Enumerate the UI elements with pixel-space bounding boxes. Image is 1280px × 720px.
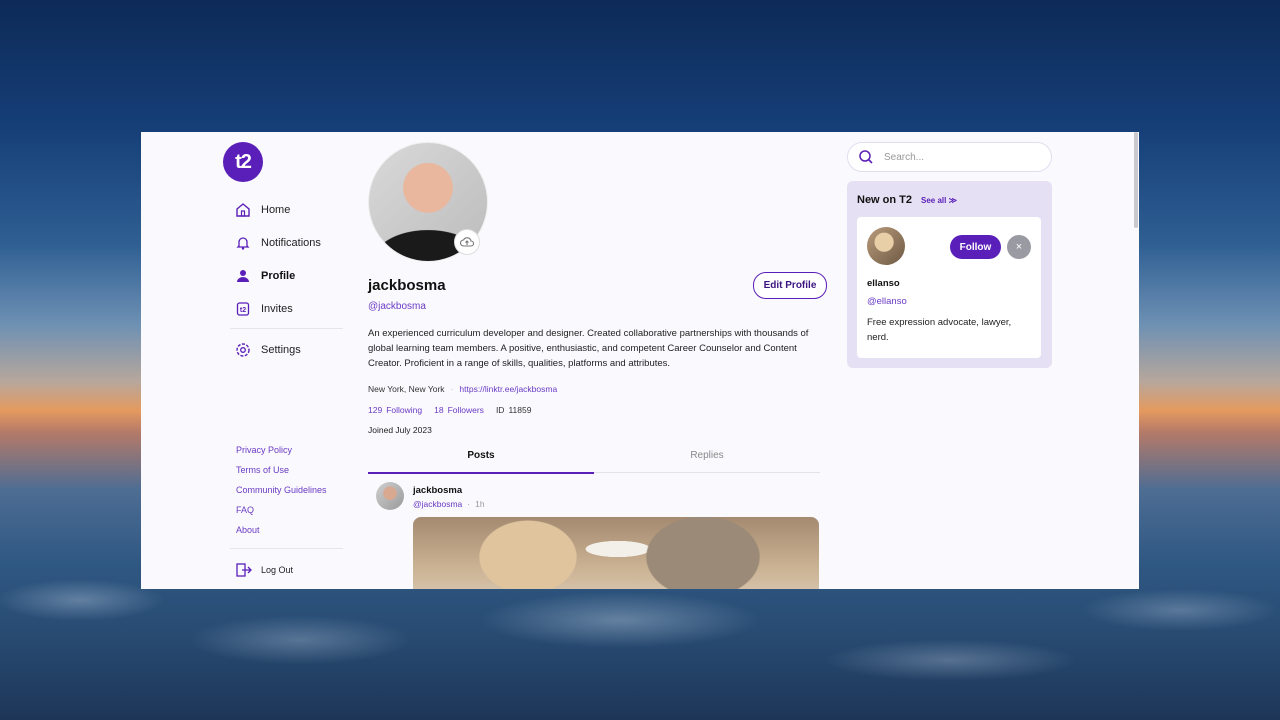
- id-label: ID: [495, 405, 505, 415]
- post-author-handle[interactable]: @jackbosma: [413, 499, 462, 509]
- meta-separator: ·: [450, 384, 454, 394]
- followers-label[interactable]: Followers: [448, 405, 484, 415]
- nav-settings[interactable]: Settings: [235, 342, 301, 358]
- suggested-user-bio: Free expression advocate, lawyer, nerd.: [867, 317, 1012, 343]
- post-subline: @jackbosma · 1h: [413, 499, 485, 509]
- tab-replies[interactable]: Replies: [594, 450, 820, 473]
- bell-icon: [235, 235, 251, 251]
- profile-link[interactable]: https://linktr.ee/jackbosma: [459, 384, 557, 394]
- profile-location: New York, New York: [368, 384, 445, 394]
- search-bar: [847, 142, 1052, 172]
- home-icon: [235, 202, 251, 218]
- terms-of-use-link[interactable]: Terms of Use: [236, 465, 289, 475]
- about-link[interactable]: About: [236, 525, 260, 535]
- nav-invites-label: Invites: [261, 303, 293, 315]
- suggested-user-avatar[interactable]: [867, 227, 905, 265]
- dismiss-button[interactable]: ×: [1007, 235, 1031, 259]
- follow-button[interactable]: Follow: [950, 235, 1001, 259]
- search-icon: [858, 149, 874, 165]
- nav-settings-label: Settings: [261, 344, 301, 356]
- new-on-t2-title: New on T2: [857, 194, 913, 206]
- post-separator: ·: [467, 499, 471, 509]
- post-author-avatar[interactable]: [376, 482, 404, 510]
- profile-meta: New York, New York · https://linktr.ee/j…: [368, 384, 557, 394]
- nav-home-label: Home: [261, 204, 291, 216]
- tab-posts[interactable]: Posts: [368, 450, 594, 474]
- id-value: 11859: [508, 405, 532, 415]
- post-image[interactable]: [413, 517, 819, 589]
- faq-link[interactable]: FAQ: [236, 505, 254, 515]
- profile-display-name: jackbosma: [368, 277, 446, 294]
- profile-handle: @jackbosma: [368, 301, 426, 312]
- post-author-name[interactable]: jackbosma: [413, 485, 462, 496]
- logout-label: Log Out: [261, 565, 294, 575]
- community-guidelines-link[interactable]: Community Guidelines: [236, 485, 327, 495]
- nav-profile[interactable]: Profile: [235, 268, 295, 284]
- suggested-user-name[interactable]: ellanso: [867, 278, 900, 289]
- suggested-user-handle[interactable]: @ellanso: [867, 296, 907, 307]
- nav-profile-label: Profile: [261, 270, 296, 282]
- privacy-policy-link[interactable]: Privacy Policy: [236, 445, 292, 455]
- profile-stats: 129 Following 18 Followers ID 11859: [368, 405, 531, 415]
- joined-date: Joined July 2023: [368, 425, 432, 435]
- gear-icon: [235, 342, 251, 358]
- cloud-upload-icon: [460, 236, 474, 248]
- scrollbar-thumb[interactable]: [1134, 132, 1138, 228]
- close-icon: ×: [1015, 241, 1023, 253]
- logout-button[interactable]: Log Out: [236, 563, 293, 577]
- user-icon: [235, 268, 251, 284]
- logout-icon: [236, 563, 252, 577]
- profile-bio: An experienced curriculum developer and …: [368, 328, 809, 369]
- sidebar-divider: [230, 328, 343, 329]
- nav-home[interactable]: Home: [235, 202, 290, 218]
- new-on-t2-panel: New on T2 See all ≫ Follow × ellanso @el…: [847, 181, 1052, 368]
- followers-count[interactable]: 18: [434, 405, 443, 415]
- sidebar-footer-divider: [230, 548, 343, 549]
- svg-text:t2: t2: [240, 307, 246, 314]
- search-input[interactable]: [882, 150, 1036, 164]
- upload-avatar-button[interactable]: [454, 229, 480, 255]
- t2-logo[interactable]: t2: [223, 142, 263, 182]
- nav-notifications-label: Notifications: [261, 237, 321, 249]
- see-all-link[interactable]: See all ≫: [921, 196, 957, 205]
- app-window: t2 Home Notifications Profile t2 Invites…: [141, 132, 1139, 589]
- post-time: 1h: [475, 499, 485, 509]
- following-label[interactable]: Following: [386, 405, 422, 415]
- following-count[interactable]: 129: [368, 405, 382, 415]
- edit-profile-button[interactable]: Edit Profile: [753, 272, 827, 299]
- nav-notifications[interactable]: Notifications: [235, 235, 321, 251]
- nav-invites[interactable]: t2 Invites: [235, 301, 293, 317]
- invite-icon: t2: [235, 301, 251, 317]
- suggested-user-card: Follow × ellanso @ellanso Free expressio…: [857, 217, 1041, 358]
